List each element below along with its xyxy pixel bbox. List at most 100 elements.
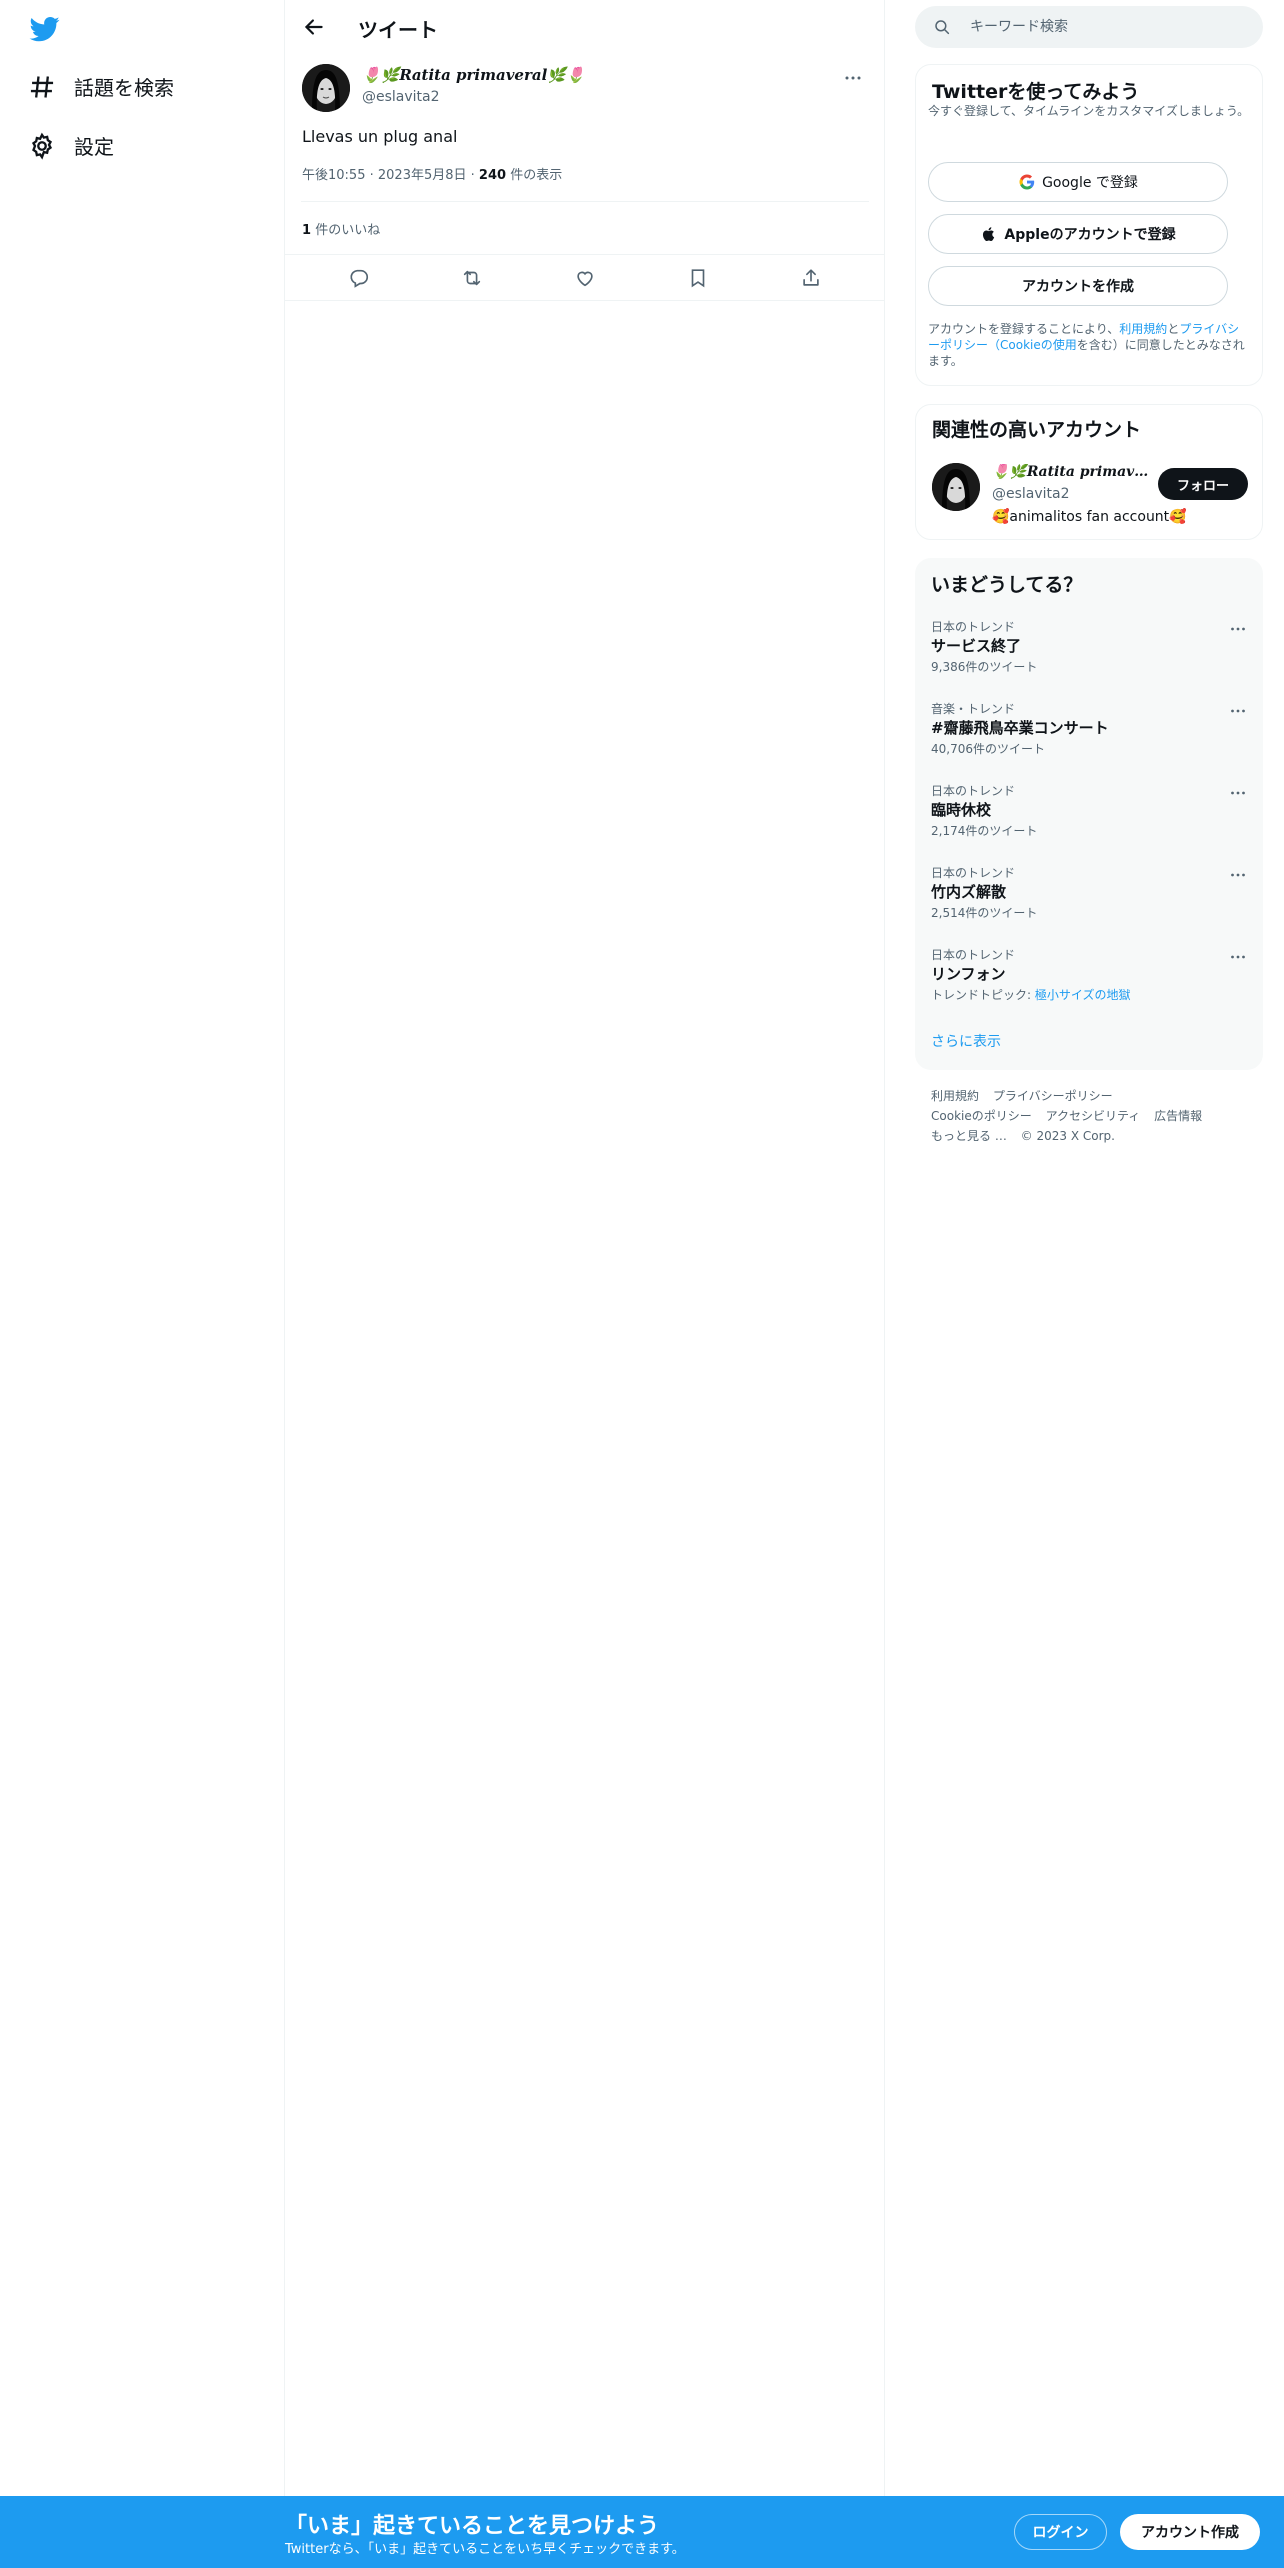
- likes-label: 件のいいね: [315, 223, 381, 238]
- search-input[interactable]: [970, 6, 1250, 48]
- signup-button[interactable]: アカウント作成: [1120, 2514, 1260, 2550]
- signup-card-subtitle: 今すぐ登録して、タイムラインをカスタマイズしましょう。: [928, 104, 1250, 118]
- tweet-date[interactable]: 2023年5月8日: [378, 168, 467, 183]
- apple-logo-icon: [983, 227, 995, 241]
- trend-item[interactable]: 日本のトレンド 臨時休校 2,174件のツイート: [915, 782, 1263, 862]
- trend-name: #齋藤飛鳥卒業コンサート: [931, 719, 1109, 737]
- more-options-icon[interactable]: [1227, 864, 1249, 886]
- likes-link[interactable]: 1 件のいいね: [302, 219, 380, 238]
- footer-copyright: © 2023 X Corp.: [1020, 1129, 1115, 1143]
- meta-separator: ·: [369, 168, 378, 183]
- trend-count: 9,386件のツイート: [931, 660, 1038, 674]
- back-arrow-icon[interactable]: [301, 14, 327, 40]
- trend-name: 竹内ズ解散: [931, 883, 1007, 901]
- sidebar-footer: 利用規約 プライバシーポリシー Cookieのポリシー アクセシビリティ 広告情…: [931, 1086, 1251, 1146]
- author-name[interactable]: 🌷🌿𝑹𝒂𝒕𝒊𝒕𝒂 𝒑𝒓𝒊𝒎𝒂𝒗𝒆𝒓𝒂𝒍🌿🌷: [362, 66, 585, 84]
- likes-count: 1: [302, 223, 312, 238]
- legal-and: と: [1167, 322, 1180, 336]
- relevant-account-bio: 🥰animalitos fan account🥰: [992, 509, 1187, 525]
- trend-count: 40,706件のツイート: [931, 742, 1045, 756]
- relevant-account-avatar[interactable]: [932, 463, 980, 511]
- relevant-accounts-title: 関連性の高いアカウント: [932, 419, 1142, 441]
- left-nav: 話題を検索 設定: [0, 0, 285, 2496]
- trend-name: 臨時休校: [931, 801, 992, 819]
- reply-icon[interactable]: [348, 267, 370, 289]
- footer-cookie-link[interactable]: Cookieのポリシー: [931, 1109, 1032, 1123]
- bottom-bar-title: 「いま」起きていることを見つけよう: [285, 2514, 660, 2539]
- trend-topic-link[interactable]: 極小サイズの地獄: [1035, 988, 1131, 1002]
- more-options-icon[interactable]: [1227, 700, 1249, 722]
- divider: [301, 201, 869, 202]
- tweet-time[interactable]: 午後10:55: [302, 168, 365, 183]
- trend-count: トレンドトピック: 極小サイズの地獄: [931, 986, 1131, 1003]
- trend-count: 2,174件のツイート: [931, 824, 1038, 838]
- nav-explore-label: 話題を検索: [74, 76, 174, 100]
- trend-count: 2,514件のツイート: [931, 906, 1038, 920]
- avatar-image: [302, 64, 350, 112]
- search-icon: [935, 20, 950, 35]
- tweet-actions: [285, 254, 885, 301]
- trend-context: 音楽・トレンド: [931, 702, 1016, 716]
- follow-button[interactable]: フォロー: [1158, 468, 1248, 500]
- nav-settings[interactable]: 設定: [28, 131, 114, 160]
- trend-context: 日本のトレンド: [931, 948, 1016, 962]
- author-handle[interactable]: @eslavita2: [362, 89, 440, 105]
- trend-item[interactable]: 日本のトレンド サービス終了 9,386件のツイート: [915, 618, 1263, 698]
- trends-card: いまどうしてる？ 日本のトレンド サービス終了 9,386件のツイート 音楽・ト…: [915, 558, 1263, 1070]
- gear-icon: [31, 132, 53, 160]
- hashtag-icon: [30, 75, 54, 98]
- bookmark-icon[interactable]: [687, 267, 709, 289]
- more-options-icon[interactable]: [841, 66, 865, 90]
- create-account-button[interactable]: アカウントを作成: [928, 266, 1228, 306]
- login-button[interactable]: ログイン: [1014, 2514, 1107, 2550]
- bottom-bar-subtitle: Twitterなら、「いま」起きていることをいち早くチェックできます。: [285, 2542, 685, 2557]
- author-avatar[interactable]: [302, 64, 350, 112]
- like-heart-icon[interactable]: [574, 267, 596, 289]
- trend-context: 日本のトレンド: [931, 784, 1016, 798]
- relevant-account-name[interactable]: 🌷🌿𝑹𝒂𝒕𝒊𝒕𝒂 𝒑𝒓𝒊𝒎𝒂𝒗𝒆𝒓𝒂𝒍🌿🌷: [992, 464, 1152, 480]
- views-label: 件の表示: [510, 168, 563, 183]
- signup-legal-text: アカウントを登録することにより、利用規約とプライバシーポリシー（Cookieの使…: [928, 321, 1250, 369]
- trend-topic-prefix: トレンドトピック:: [931, 988, 1035, 1002]
- trend-item[interactable]: 音楽・トレンド #齋藤飛鳥卒業コンサート 40,706件のツイート: [915, 700, 1263, 780]
- footer-accessibility-link[interactable]: アクセシビリティ: [1046, 1109, 1141, 1123]
- main-header: ツイート: [285, 0, 885, 54]
- footer-terms-link[interactable]: 利用規約: [931, 1089, 979, 1103]
- footer-privacy-link[interactable]: プライバシーポリシー: [993, 1089, 1113, 1103]
- views-count: 240: [478, 168, 507, 183]
- more-options-icon[interactable]: [1227, 618, 1249, 640]
- nav-settings-label: 設定: [74, 135, 114, 159]
- trend-item[interactable]: 日本のトレンド 竹内ズ解散 2,514件のツイート: [915, 864, 1263, 944]
- search-bar[interactable]: [915, 6, 1263, 48]
- trends-title: いまどうしてる？: [931, 574, 1083, 596]
- google-signup-button[interactable]: Google で登録: [928, 162, 1228, 202]
- apple-signup-button[interactable]: Appleのアカウントで登録: [928, 214, 1228, 254]
- avatar-image: [932, 463, 980, 511]
- share-icon[interactable]: [800, 267, 822, 289]
- tweet-text: Llevas un plug anal: [302, 127, 458, 146]
- twitter-logo-icon[interactable]: [28, 14, 62, 44]
- main-column: ツイート 🌷🌿𝑹𝒂𝒕𝒊𝒕𝒂 𝒑𝒓𝒊𝒎𝒂𝒗𝒆𝒓𝒂𝒍🌿🌷 @eslavita2 Ll…: [285, 0, 885, 2496]
- google-logo-icon: [1019, 174, 1035, 190]
- apple-signup-label: Appleのアカウントで登録: [1004, 227, 1176, 243]
- footer-ads-link[interactable]: 広告情報: [1154, 1109, 1202, 1123]
- page-title: ツイート: [358, 18, 438, 42]
- more-options-icon[interactable]: [1227, 946, 1249, 968]
- relevant-accounts-card: 関連性の高いアカウント 🌷🌿𝑹𝒂𝒕𝒊𝒕𝒂 𝒑𝒓𝒊𝒎𝒂𝒗𝒆𝒓𝒂𝒍🌿🌷 @eslav…: [915, 404, 1263, 540]
- more-options-icon[interactable]: [1227, 782, 1249, 804]
- trend-context: 日本のトレンド: [931, 620, 1016, 634]
- bottom-signup-bar: 「いま」起きていることを見つけよう Twitterなら、「いま」起きていることを…: [0, 2496, 1284, 2568]
- show-more-link[interactable]: さらに表示: [931, 1031, 1001, 1051]
- create-account-label: アカウントを作成: [1022, 279, 1134, 295]
- google-signup-label: Google で登録: [1042, 175, 1138, 191]
- terms-link[interactable]: 利用規約: [1119, 322, 1167, 336]
- tweet-meta: 午後10:55 · 2023年5月8日 · 240 件の表示: [302, 164, 562, 183]
- relevant-account-handle[interactable]: @eslavita2: [992, 486, 1070, 502]
- trend-item[interactable]: 日本のトレンド リンフォン トレンドトピック: 極小サイズの地獄: [915, 946, 1263, 1026]
- footer-more-link[interactable]: もっと見る …: [931, 1129, 1007, 1143]
- retweet-icon[interactable]: [461, 267, 483, 289]
- meta-separator: ·: [470, 168, 479, 183]
- nav-explore[interactable]: 話題を検索: [28, 72, 174, 101]
- trend-name: サービス終了: [931, 637, 1022, 655]
- signup-card: Twitterを使ってみよう 今すぐ登録して、タイムラインをカスタマイズしましょ…: [915, 64, 1263, 386]
